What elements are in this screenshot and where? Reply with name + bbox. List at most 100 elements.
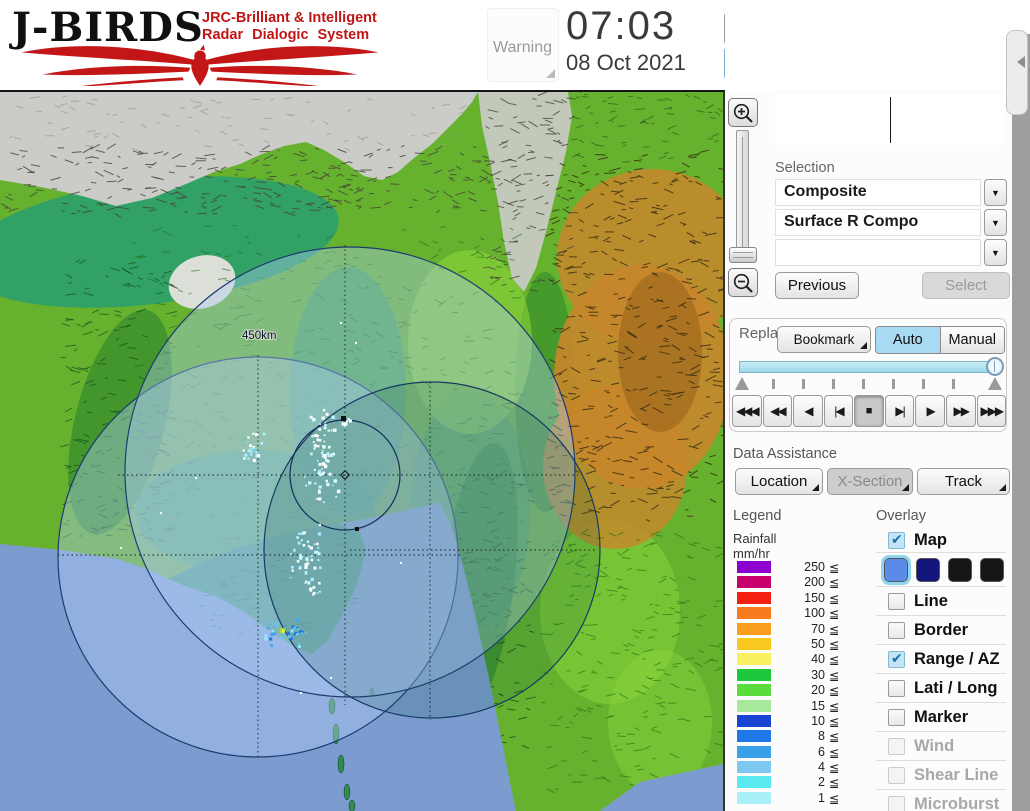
product-group-combo[interactable]: Composite xyxy=(775,179,981,206)
legend-color-chip xyxy=(737,791,771,804)
radar-map-canvas[interactable]: 450km xyxy=(0,88,747,811)
map-style-swatch-3[interactable] xyxy=(948,557,972,582)
legend-value: 30 xyxy=(811,667,825,682)
track-button[interactable]: Track xyxy=(917,468,1010,495)
legend-row: 30 ≦ xyxy=(733,668,859,683)
legend-row: 100 ≦ xyxy=(733,606,859,621)
product-combo[interactable]: Surface R Compo xyxy=(775,209,981,236)
station-info-divider xyxy=(890,97,891,143)
legend-value: 40 xyxy=(811,652,825,667)
overlay-item-range-az[interactable]: Range / AZ xyxy=(876,644,1006,673)
slider-tick xyxy=(772,379,775,389)
range-az-checkbox[interactable] xyxy=(888,650,905,668)
map-style-swatch-4[interactable] xyxy=(980,557,1004,582)
legend-row: 250 ≦ xyxy=(733,560,859,575)
map-checkbox[interactable] xyxy=(888,531,905,549)
warning-label: Warning xyxy=(493,39,552,56)
product-extra-combo-arrow-icon[interactable]: ▼ xyxy=(984,239,1007,266)
panel-top-bg xyxy=(725,0,1012,90)
slider-tick xyxy=(892,379,895,389)
x-section-label: X-Section xyxy=(837,473,903,490)
overlay-list: Map Line Border Range / AZ Lati / Long Marker… xyxy=(876,528,1006,811)
overlay-item-lati-long[interactable]: Lati / Long xyxy=(876,673,1006,702)
bookmark-button[interactable]: Bookmark xyxy=(777,326,871,353)
legend-value: 200 xyxy=(804,575,825,590)
bookmark-fold-icon xyxy=(860,342,867,349)
legend-color-chip xyxy=(737,730,771,743)
overlay-label: Overlay xyxy=(876,508,926,524)
map-zoom-out-button[interactable] xyxy=(728,268,758,297)
lati-long-checkbox[interactable] xyxy=(888,679,905,697)
legend-suffix: ≦ xyxy=(829,561,840,575)
logo-subtitle-line1: JRC-Brilliant & Intelligent xyxy=(202,10,377,26)
marker-checkbox[interactable] xyxy=(888,708,905,726)
legend-value: 250 xyxy=(804,560,825,574)
rewind-button[interactable]: ◀ xyxy=(793,395,823,427)
replay-slider-handle[interactable] xyxy=(986,357,1004,376)
legend-color-chip xyxy=(737,699,771,712)
auto-button[interactable]: Auto xyxy=(876,327,940,353)
overlay-item-shear-line[interactable]: Shear Line xyxy=(876,760,1006,789)
map-zoom-slider-handle[interactable] xyxy=(729,247,757,263)
legend-suffix: ≦ xyxy=(829,668,840,683)
overlay-item-map[interactable]: Map xyxy=(876,528,1006,552)
forward-full-button[interactable]: ▶▶▶ xyxy=(976,395,1007,427)
forward-fast-button[interactable]: ▶▶ xyxy=(945,395,976,427)
eagle-logo-icon xyxy=(21,44,379,86)
station-info-box[interactable] xyxy=(775,95,1005,145)
product-combo-arrow-icon[interactable]: ▼ xyxy=(984,209,1007,236)
legend-suffix: ≦ xyxy=(829,699,840,714)
rewind-full-button[interactable]: ◀◀◀ xyxy=(732,395,762,427)
warning-fold-icon xyxy=(546,69,555,78)
previous-button[interactable]: Previous xyxy=(775,272,859,299)
overlay-item-wind[interactable]: Wind xyxy=(876,731,1006,760)
map-style-swatch-2[interactable] xyxy=(916,557,940,582)
legend-unit: mm/hr xyxy=(733,546,770,561)
stop-button[interactable]: ■ xyxy=(854,395,884,427)
location-button[interactable]: Location xyxy=(735,468,823,495)
select-button[interactable]: Select xyxy=(922,272,1010,299)
play-button[interactable]: ▶ xyxy=(915,395,945,427)
overlay-item-line[interactable]: Line xyxy=(876,586,1006,615)
overlay-item-label: Microburst xyxy=(914,794,1000,811)
replay-slider-track[interactable] xyxy=(739,361,997,373)
slider-tick xyxy=(952,379,955,389)
panel-collapse-tab[interactable] xyxy=(1006,30,1028,115)
clock-date: 08 Oct 2021 xyxy=(566,50,686,75)
replay-range-end-marker[interactable] xyxy=(988,377,1002,390)
overlay-item-label: Marker xyxy=(914,707,969,726)
replay-range-start-marker[interactable] xyxy=(735,377,749,390)
overlay-item-label: Line xyxy=(914,591,948,610)
slider-tick xyxy=(802,379,805,389)
overlay-item-microburst[interactable]: Microburst xyxy=(876,789,1006,811)
bookmark-label: Bookmark xyxy=(793,332,855,347)
legend-color-chip xyxy=(737,653,771,666)
step-first-button[interactable]: |◀ xyxy=(823,395,854,427)
legend-row: 20 ≦ xyxy=(733,683,859,698)
map-zoom-slider[interactable] xyxy=(736,130,749,263)
legend-value: 1 xyxy=(818,790,825,805)
map-style-swatch-1[interactable] xyxy=(881,554,911,585)
product-extra-combo[interactable] xyxy=(775,239,981,266)
legend-value: 6 xyxy=(818,744,825,759)
legend-suffix: ≦ xyxy=(829,761,840,776)
map-zoom-in-button[interactable] xyxy=(728,98,758,127)
manual-button[interactable]: Manual xyxy=(939,327,1004,353)
radar-map[interactable]: 450km xyxy=(0,88,747,811)
border-checkbox[interactable] xyxy=(888,621,905,639)
playback-controls: ◀◀◀ ◀◀ ◀ |◀ ■ ▶| ▶ ▶▶ ▶▶▶ xyxy=(732,395,1007,427)
rewind-fast-button[interactable]: ◀◀ xyxy=(762,395,793,427)
step-last-button[interactable]: ▶| xyxy=(884,395,915,427)
jbirds-app: J-BIRDS JRC-Brilliant & Intelligent Rada… xyxy=(0,0,1030,811)
line-checkbox[interactable] xyxy=(888,592,905,610)
overlay-item-marker[interactable]: Marker xyxy=(876,702,1006,731)
track-fold-icon xyxy=(999,484,1006,491)
product-group-combo-arrow-icon[interactable]: ▼ xyxy=(984,179,1007,206)
legend-value: 100 xyxy=(804,606,825,621)
warning-button[interactable]: Warning xyxy=(487,8,559,82)
wind-checkbox xyxy=(888,737,905,755)
overlay-item-border[interactable]: Border xyxy=(876,615,1006,644)
legend-value: 8 xyxy=(818,729,825,744)
x-section-button[interactable]: X-Section xyxy=(827,468,913,495)
legend-color-chip xyxy=(737,607,771,620)
